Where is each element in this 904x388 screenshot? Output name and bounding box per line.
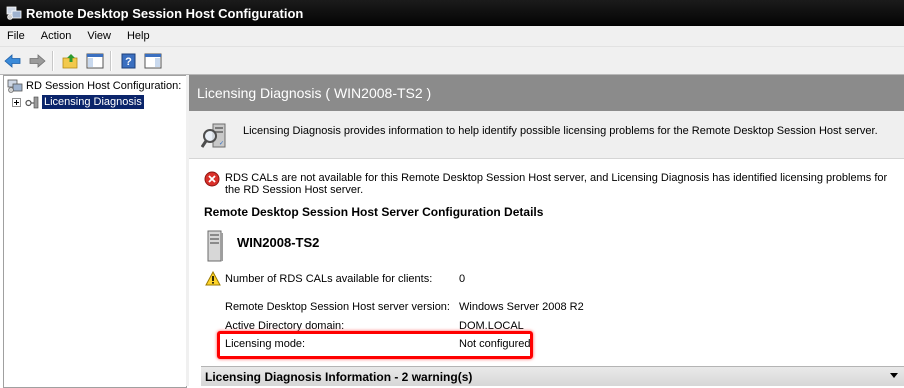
- up-folder-icon: [62, 53, 78, 68]
- action-pane-icon: [144, 53, 162, 68]
- up-one-level-button[interactable]: [60, 50, 82, 72]
- forward-button[interactable]: [26, 50, 48, 72]
- detail-value-version: Windows Server 2008 R2: [459, 301, 584, 313]
- detail-label-version: Remote Desktop Session Host server versi…: [225, 301, 450, 313]
- licensing-diagnosis-information-section[interactable]: Licensing Diagnosis Information - 2 warn…: [201, 366, 904, 386]
- tree-root-label: RD Session Host Configuration:: [26, 80, 182, 92]
- section-header-label: Licensing Diagnosis Information - 2 warn…: [205, 369, 473, 384]
- section-title: Remote Desktop Session Host Server Confi…: [204, 205, 544, 219]
- info-text: Licensing Diagnosis provides information…: [243, 125, 878, 137]
- toolbar: ?: [0, 47, 904, 75]
- menu-bar: File Action View Help: [0, 26, 904, 47]
- rd-config-icon: [7, 79, 23, 93]
- server-name: WIN2008-TS2: [237, 235, 320, 250]
- detail-label-cals: Number of RDS CALs available for clients…: [225, 273, 433, 285]
- tree-root[interactable]: RD Session Host Configuration:: [7, 78, 181, 94]
- menu-help[interactable]: Help: [119, 26, 158, 46]
- window-title: Remote Desktop Session Host Configuratio…: [26, 5, 304, 21]
- toolbar-separator: [52, 50, 54, 71]
- pane-header-title: Licensing Diagnosis ( WIN2008-TS2 ): [197, 85, 432, 101]
- tree-item-label: Licensing Diagnosis: [42, 95, 144, 109]
- warning-icon: [205, 271, 221, 286]
- rd-config-app-icon: [6, 5, 22, 21]
- server-icon: [207, 230, 223, 262]
- diagnosis-info-icon: ✓: [201, 123, 226, 148]
- detail-value-cals: 0: [459, 273, 466, 285]
- title-bar: Remote Desktop Session Host Configuratio…: [0, 0, 904, 26]
- forward-icon: [29, 53, 46, 68]
- show-hide-console-tree-button[interactable]: [84, 50, 106, 72]
- tree-item-licensing-diagnosis[interactable]: Licensing Diagnosis: [12, 94, 144, 110]
- expand-icon[interactable]: [12, 97, 21, 107]
- error-message: RDS CALs are not available for this Remo…: [225, 172, 888, 196]
- licensing-mode-highlight-box: [217, 331, 533, 359]
- menu-file[interactable]: File: [0, 26, 33, 46]
- show-hide-action-pane-button[interactable]: [142, 50, 164, 72]
- svg-text:✓: ✓: [219, 141, 224, 147]
- console-tree: RD Session Host Configuration: Licensing…: [3, 75, 187, 388]
- menu-action[interactable]: Action: [33, 26, 80, 46]
- info-bar: ✓ Licensing Diagnosis provides informati…: [189, 111, 904, 159]
- menu-view[interactable]: View: [79, 26, 119, 46]
- server-key-icon: [25, 96, 39, 109]
- chevron-down-icon[interactable]: [890, 373, 898, 378]
- toolbar-separator: [110, 50, 112, 71]
- back-button[interactable]: [2, 50, 24, 72]
- svg-text:?: ?: [125, 56, 132, 68]
- help-button[interactable]: ?: [118, 50, 140, 72]
- help-icon: ?: [121, 53, 136, 68]
- error-icon: [204, 171, 220, 187]
- back-icon: [4, 53, 21, 68]
- pane-header: Licensing Diagnosis ( WIN2008-TS2 ): [189, 75, 904, 111]
- show-hide-console-tree-icon: [86, 53, 104, 68]
